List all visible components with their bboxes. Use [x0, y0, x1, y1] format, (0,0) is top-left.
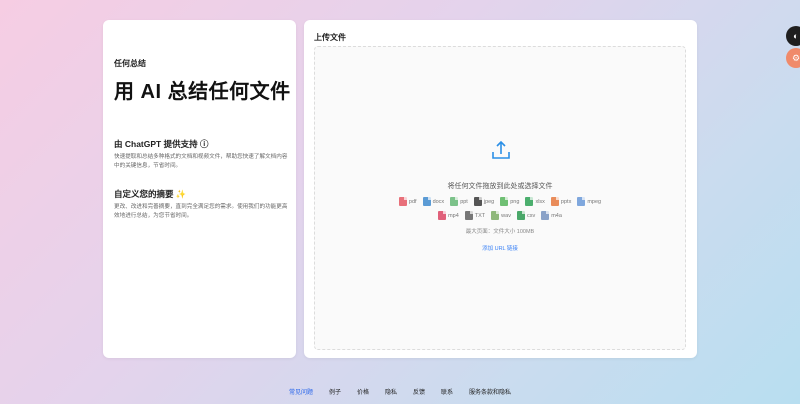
file-wav-icon: [491, 211, 500, 220]
file-type-ppt: ppt: [450, 197, 468, 206]
feature-body-chatgpt: 快速提取和总结多种格式的文档和视频文件，帮助您快速了解文档内容中的关键信息，节省…: [114, 154, 288, 169]
intro-card: 任何总结 用 AI 总结任何文件 由 ChatGPT 提供支持 ⓘ 快速提取和总…: [103, 20, 296, 358]
file-type-mpeg: mpeg: [577, 197, 601, 206]
app-logo-icon: ◐: [793, 31, 799, 41]
file-type-label: wav: [501, 212, 511, 219]
file-mp4-icon: [438, 211, 447, 220]
file-type-pdf: pdf: [398, 197, 417, 206]
footer-link-3[interactable]: 隐私: [385, 387, 397, 396]
footer-nav: 常见问题 例子 价格 隐私 反馈 联系 服务条款和隐私: [0, 387, 800, 396]
file-type-mp4: mp4: [438, 211, 459, 220]
file-type-txt: TXT: [464, 211, 486, 220]
file-type-docx: docx: [422, 197, 445, 206]
settings-icon: ⚙: [791, 52, 800, 63]
file-type-wav: wav: [491, 211, 511, 220]
file-type-label: mp4: [448, 212, 459, 219]
feature-title-chatgpt: 由 ChatGPT 提供支持 ⓘ: [114, 139, 209, 149]
upload-title: 上传文件: [314, 33, 346, 42]
file-type-label: xlsx: [535, 198, 545, 205]
footer-link-2[interactable]: 价格: [357, 387, 369, 396]
file-xlsx-icon: [525, 197, 534, 206]
file-type-label: m4a: [551, 212, 562, 219]
file-type-label: csv: [526, 212, 536, 219]
footer-link-1[interactable]: 例子: [329, 387, 341, 396]
file-type-jpeg: jpeg: [473, 197, 495, 206]
file-type-csv: csv: [516, 211, 536, 220]
footer-link-6[interactable]: 服务条款和隐私: [469, 387, 511, 396]
file-png-icon: [500, 197, 509, 206]
file-m4a-icon: [541, 211, 550, 220]
upload-card: 上传文件 将任何文件拖放到此处或选择文件 pdf docx ppt jpeg png xl…: [304, 20, 697, 358]
file-type-m4a: m4a: [541, 211, 562, 220]
file-jpeg-icon: [473, 197, 482, 206]
file-type-label: docx: [432, 198, 445, 205]
footer-link-0[interactable]: 常见问题: [289, 387, 313, 396]
footer-link-4[interactable]: 反馈: [413, 387, 425, 396]
max-size-note: 最大页面：文件大小 100MB: [465, 229, 535, 235]
file-type-label: jpeg: [483, 198, 495, 205]
feature-body-customize: 更改、改进和完善摘要，直到完全满足您的需求。使用我们的功能更高效地进行总结，为您…: [114, 204, 288, 219]
file-type-label: ppt: [460, 198, 468, 205]
file-csv-icon: [516, 211, 525, 220]
upload-icon: [492, 140, 510, 159]
file-type-xlsx: xlsx: [525, 197, 545, 206]
file-type-pptx: pptx: [550, 197, 572, 206]
file-type-label: pptx: [560, 198, 572, 205]
file-types-row-1: pdf docx ppt jpeg png xlsx pptx mpeg: [315, 197, 685, 206]
file-type-label: png: [510, 198, 520, 205]
file-type-label: mpeg: [587, 198, 602, 205]
file-docx-icon: [422, 197, 431, 206]
file-types-row-2: mp4 TXT wav csv m4a: [315, 211, 685, 220]
file-pdf-icon: [398, 197, 407, 206]
add-url-link[interactable]: 添加 URL 链接: [315, 244, 685, 252]
file-dropzone[interactable]: 将任何文件拖放到此处或选择文件 pdf docx ppt jpeg png xlsx ppt…: [314, 46, 686, 350]
file-pptx-icon: [550, 197, 559, 206]
eyebrow-label: 任何总结: [114, 59, 146, 68]
file-type-png: png: [500, 197, 519, 206]
file-mpeg-icon: [577, 197, 586, 206]
file-type-label: pdf: [408, 198, 417, 205]
floating-action-button[interactable]: ⚙: [786, 48, 800, 68]
drop-hint: 将任何文件拖放到此处或选择文件: [447, 183, 553, 190]
feature-title-customize: 自定义您的摘要 ✨: [114, 189, 187, 199]
file-txt-icon: [464, 211, 473, 220]
floating-app-button[interactable]: ◐: [786, 26, 800, 46]
footer-link-5[interactable]: 联系: [441, 387, 453, 396]
file-type-label: TXT: [474, 212, 486, 219]
file-ppt-icon: [450, 197, 459, 206]
page-title: 用 AI 总结任何文件: [114, 81, 291, 103]
